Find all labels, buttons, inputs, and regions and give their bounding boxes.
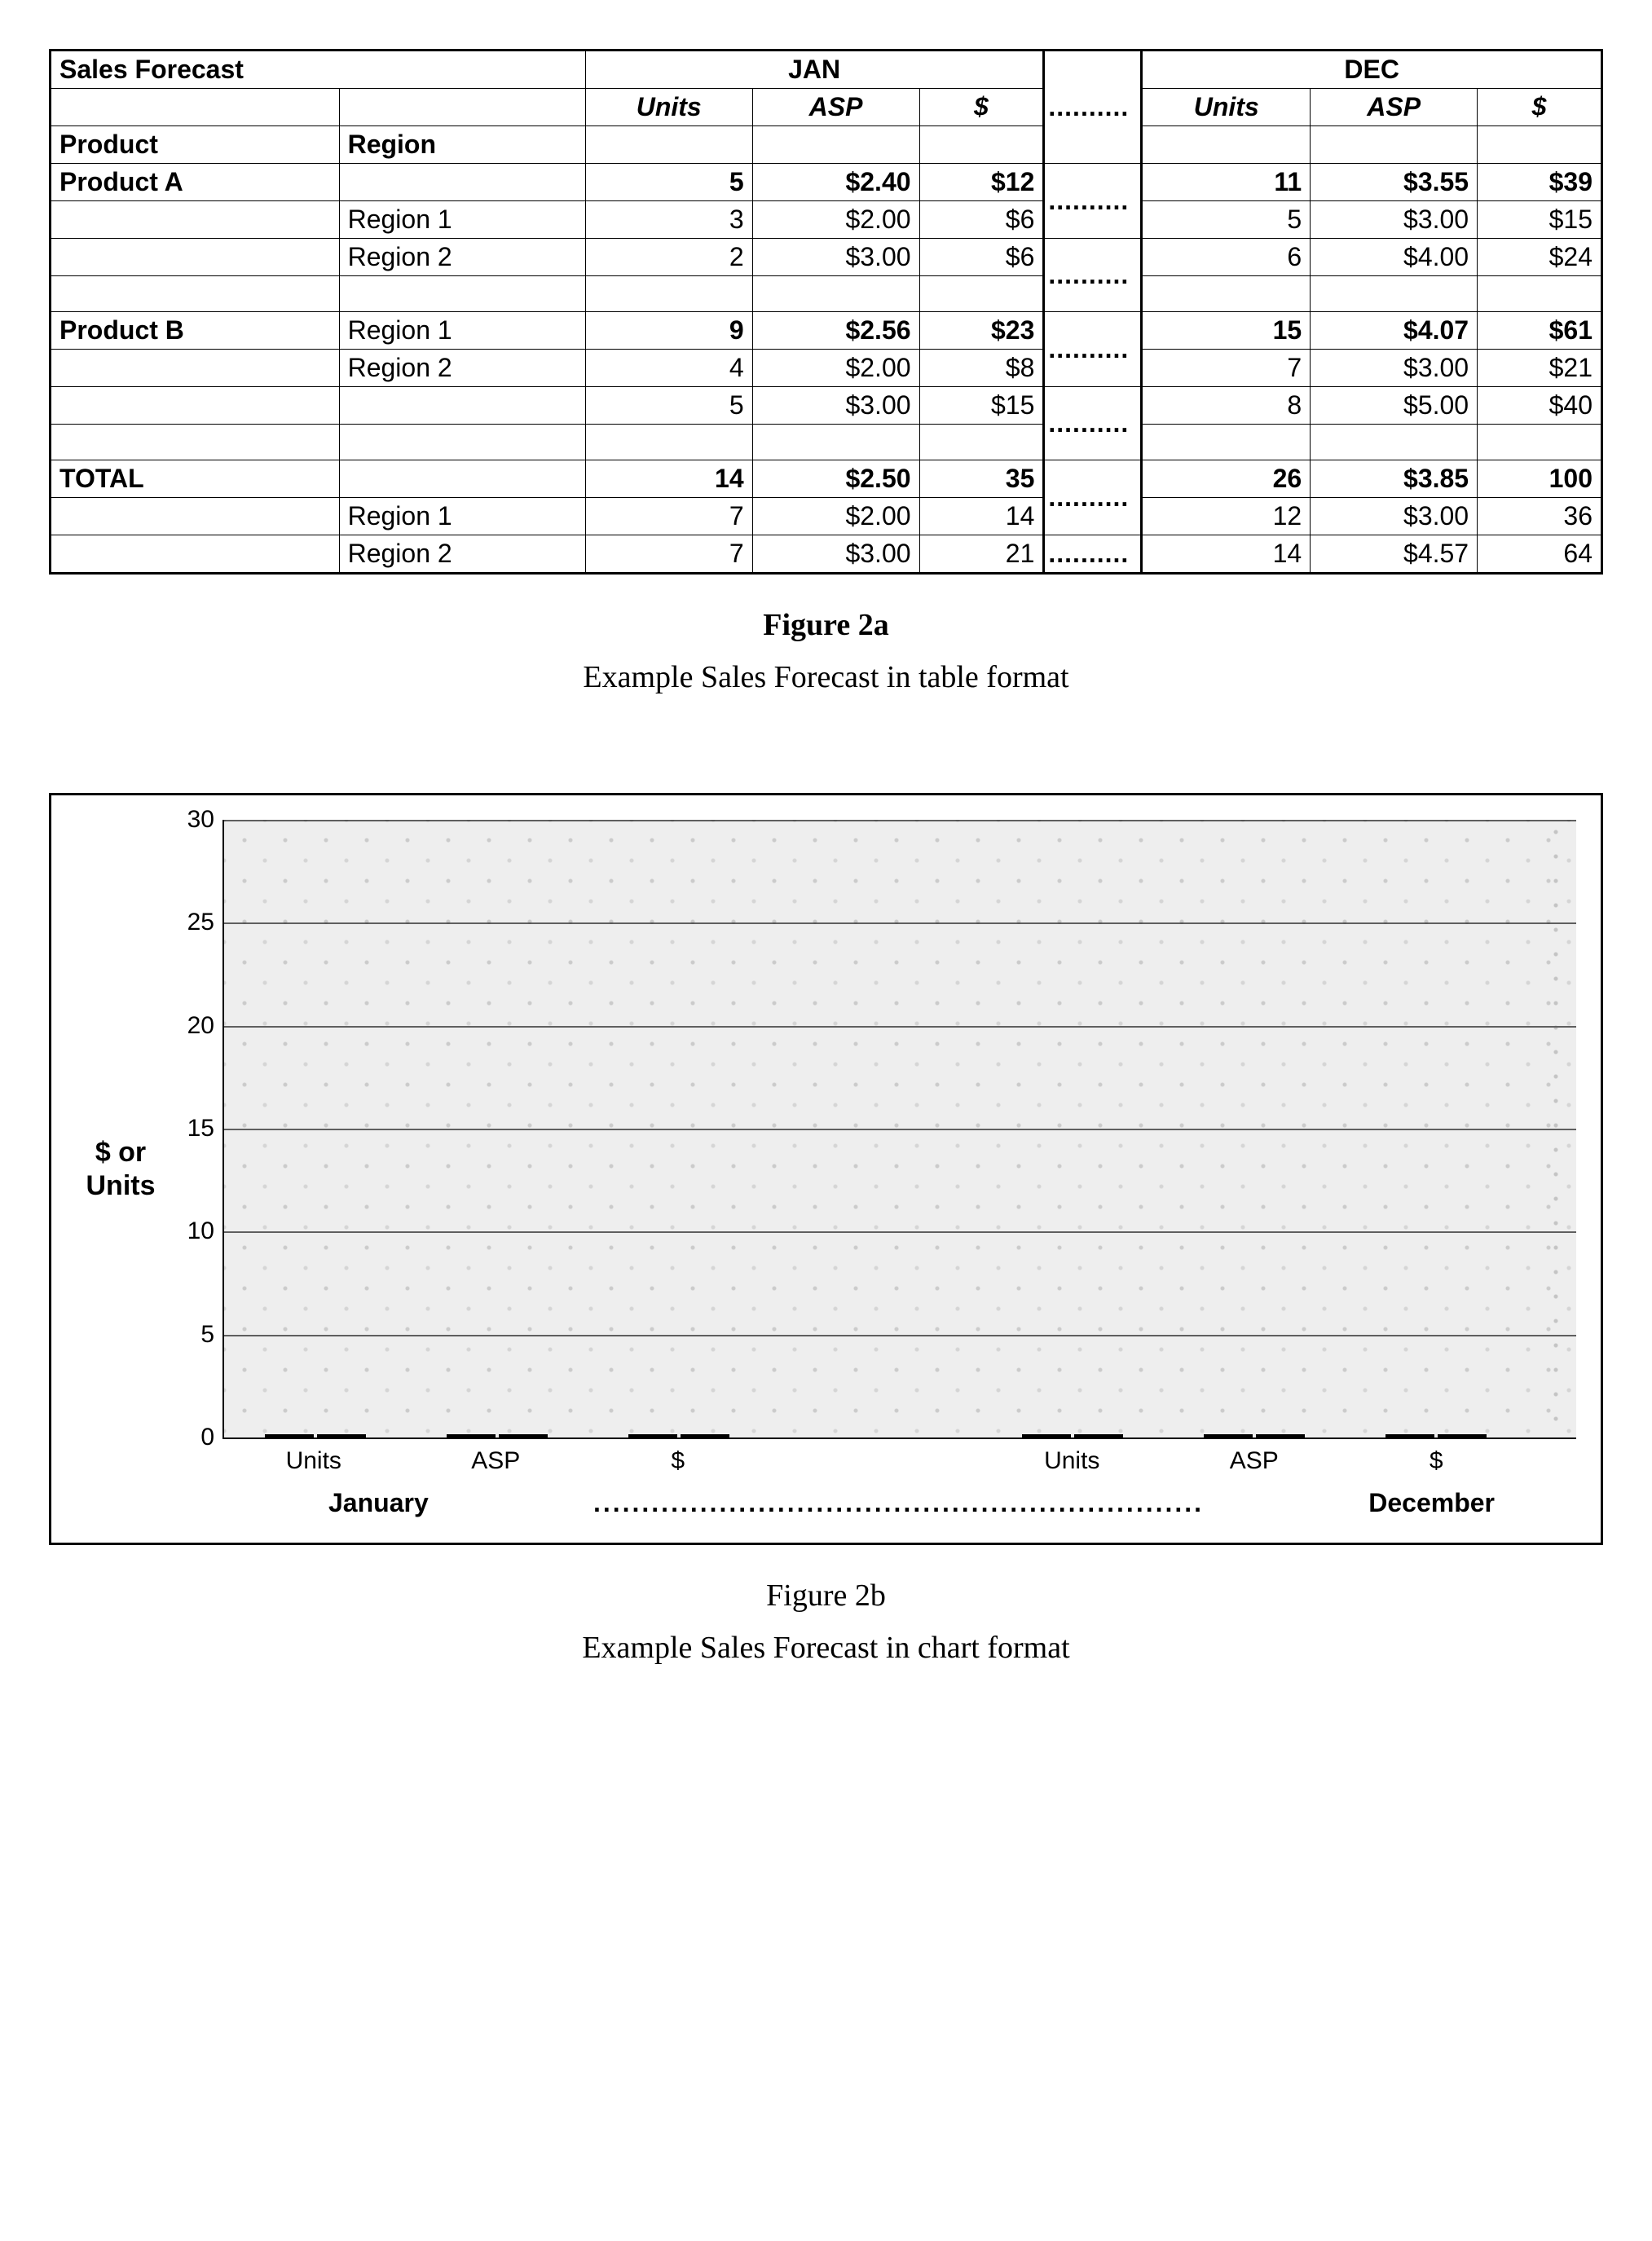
chart-bar xyxy=(681,1434,729,1437)
chart-y-tick: 25 xyxy=(187,909,214,936)
table-row: Region 27$3.0021..........14$4.5764 xyxy=(51,535,1602,574)
chart-bar-group xyxy=(224,1434,406,1437)
sales-forecast-chart: $ orUnits 051015202530 UnitsASP$UnitsASP… xyxy=(49,793,1603,1545)
chart-bar xyxy=(1204,1434,1253,1437)
table-row xyxy=(51,276,1602,312)
figure-2b-subtitle: Example Sales Forecast in chart format xyxy=(49,1630,1603,1666)
table-title: Sales Forecast xyxy=(51,51,586,89)
chart-bar xyxy=(447,1434,496,1437)
chart-bar-group xyxy=(588,1434,769,1437)
chart-bar-group xyxy=(406,1434,588,1437)
table-row: Region 17$2.001412$3.0036 xyxy=(51,498,1602,535)
sales-forecast-table: Sales ForecastJAN..........DECUnitsASP$U… xyxy=(49,49,1603,575)
chart-x-tick: Units xyxy=(981,1447,1164,1475)
chart-bar xyxy=(1256,1434,1305,1437)
chart-y-tick: 10 xyxy=(187,1217,214,1245)
chart-bar xyxy=(1438,1434,1487,1437)
table-row: Region 22$3.00$6..........6$4.00$24 xyxy=(51,239,1602,276)
table-row: TOTAL14$2.5035..........26$3.85100 xyxy=(51,460,1602,498)
chart-bar xyxy=(1385,1434,1434,1437)
table-row: Region 24$2.00$87$3.00$21 xyxy=(51,350,1602,387)
figure-2a-subtitle: Example Sales Forecast in table format xyxy=(49,659,1603,695)
chart-x-labels: UnitsASP$UnitsASP$ xyxy=(222,1439,1527,1475)
chart-x-tick: ASP xyxy=(1163,1447,1346,1475)
product-cell: TOTAL xyxy=(51,460,340,498)
chart-y-tick: 15 xyxy=(187,1115,214,1143)
figure-2b-title: Figure 2b xyxy=(49,1578,1603,1614)
chart-bar xyxy=(499,1434,548,1437)
chart-y-axis-label: $ orUnits xyxy=(76,820,165,1518)
chart-bar-group xyxy=(982,1434,1164,1437)
chart-y-tick: 30 xyxy=(187,806,214,834)
table-row: Product BRegion 19$2.56$23..........15$4… xyxy=(51,312,1602,350)
chart-x-tick: ASP xyxy=(405,1447,588,1475)
chart-y-tick: 5 xyxy=(200,1321,214,1349)
chart-y-tick: 20 xyxy=(187,1012,214,1040)
product-header: Product xyxy=(51,126,340,164)
chart-x-tick: Units xyxy=(222,1447,405,1475)
chart-gridline xyxy=(224,1437,1576,1439)
chart-bar xyxy=(1022,1434,1071,1437)
month-dec-header: DEC xyxy=(1142,51,1602,89)
chart-bar-group xyxy=(1346,1434,1527,1437)
chart-month-january: January xyxy=(328,1488,429,1518)
chart-x-tick: $ xyxy=(1346,1447,1528,1475)
table-row: 5$3.00$15..........8$5.00$40 xyxy=(51,387,1602,425)
table-row: Product A5$2.40$12..........11$3.55$39 xyxy=(51,164,1602,201)
chart-y-tick: 0 xyxy=(200,1424,214,1451)
product-cell: Product B xyxy=(51,312,340,350)
region-header: Region xyxy=(339,126,585,164)
month-jan-header: JAN xyxy=(585,51,1044,89)
chart-bar xyxy=(1074,1434,1123,1437)
chart-plot-area: 051015202530 xyxy=(222,820,1576,1439)
chart-month-dots: ........................................… xyxy=(429,1488,1369,1518)
table-row xyxy=(51,425,1602,460)
product-cell: Product A xyxy=(51,164,340,201)
figure-2a-title: Figure 2a xyxy=(49,607,1603,643)
chart-bar xyxy=(628,1434,677,1437)
chart-x-tick: $ xyxy=(587,1447,769,1475)
chart-bar-group xyxy=(1164,1434,1346,1437)
chart-bar xyxy=(317,1434,366,1437)
chart-month-december: December xyxy=(1368,1488,1495,1518)
chart-bar xyxy=(265,1434,314,1437)
table-row: Region 13$2.00$65$3.00$15 xyxy=(51,201,1602,239)
chart-month-row: January ................................… xyxy=(328,1475,1495,1518)
